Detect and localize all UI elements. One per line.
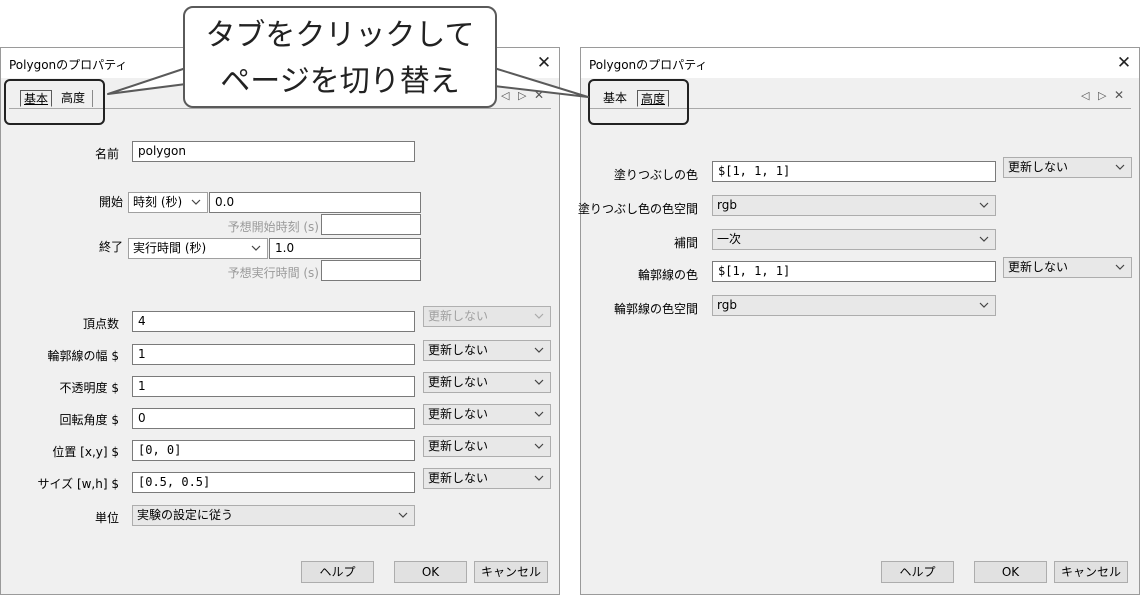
- vertices-update-value: 更新しない: [428, 309, 489, 323]
- opacity-field[interactable]: 1: [132, 376, 415, 397]
- line-color-space-select[interactable]: rgb: [712, 295, 996, 316]
- cancel-button[interactable]: キャンセル: [1054, 561, 1128, 583]
- title-bar: Polygonのプロパティ ✕: [581, 48, 1139, 78]
- expected-duration-label: 予想実行時間 (s): [227, 266, 319, 280]
- stop-type-value: 実行時間 (秒): [133, 241, 207, 255]
- chevron-down-icon: [534, 373, 546, 392]
- stop-value-field[interactable]: 1.0: [269, 238, 421, 259]
- chevron-down-icon: [534, 307, 546, 326]
- stop-label: 終了: [98, 240, 123, 254]
- fill-color-update-value: 更新しない: [1008, 160, 1069, 174]
- orientation-field[interactable]: 0: [132, 408, 415, 429]
- start-type-select[interactable]: 時刻 (秒): [128, 192, 208, 213]
- position-field[interactable]: [0, 0]: [132, 440, 415, 461]
- size-update-value: 更新しない: [428, 471, 489, 485]
- name-field[interactable]: polygon: [132, 141, 415, 162]
- chevron-down-icon: [979, 230, 991, 249]
- position-label: 位置 [x,y] $: [52, 445, 119, 459]
- close-icon[interactable]: ✕: [1113, 52, 1135, 74]
- dialog-title: Polygonのプロパティ: [589, 58, 708, 72]
- chevron-down-icon: [1115, 258, 1127, 277]
- line-color-space-label: 輪郭線の色空間: [613, 302, 698, 316]
- start-type-value: 時刻 (秒): [133, 195, 183, 209]
- right-properties-dialog: Polygonのプロパティ ✕ 基本 高度 ◁ ▷ ✕ 塗りつぶしの色 $[1,…: [577, 47, 1140, 595]
- position-update-value: 更新しない: [428, 439, 489, 453]
- position-update-select[interactable]: 更新しない: [423, 436, 551, 457]
- left-properties-dialog: Polygonのプロパティ ✕ 基本 高度 ◁ ▷ ✕ 名前 polygon 開…: [0, 47, 560, 595]
- tab-highlight-left: [4, 79, 105, 125]
- chevron-down-icon: [1115, 158, 1127, 177]
- chevron-down-icon: [191, 193, 203, 212]
- size-update-select[interactable]: 更新しない: [423, 468, 551, 489]
- vertices-field[interactable]: 4: [132, 311, 415, 332]
- line-color-label: 輪郭線の色: [637, 268, 698, 282]
- units-value: 実験の設定に従う: [137, 508, 234, 522]
- orientation-update-value: 更新しない: [428, 407, 489, 421]
- expected-start-label: 予想開始時刻 (s): [227, 220, 319, 234]
- line-color-space-value: rgb: [717, 298, 737, 312]
- chevron-down-icon: [534, 405, 546, 424]
- opacity-label: 不透明度 $: [59, 381, 119, 395]
- line-color-field[interactable]: $[1, 1, 1]: [712, 261, 996, 282]
- chevron-down-icon: [534, 341, 546, 360]
- triangle-left-icon[interactable]: ◁: [1081, 89, 1089, 102]
- expected-duration-field[interactable]: [321, 260, 421, 281]
- units-select[interactable]: 実験の設定に従う: [132, 505, 415, 526]
- opacity-update-value: 更新しない: [428, 375, 489, 389]
- line-width-update-select[interactable]: 更新しない: [423, 340, 551, 361]
- orientation-update-select[interactable]: 更新しない: [423, 404, 551, 425]
- chevron-down-icon: [979, 296, 991, 315]
- ok-button[interactable]: OK: [974, 561, 1047, 583]
- triangle-right-icon[interactable]: ▷: [1098, 89, 1106, 102]
- chevron-down-icon: [398, 506, 410, 525]
- chevron-down-icon: [251, 239, 263, 258]
- fill-color-space-value: rgb: [717, 198, 737, 212]
- start-label: 開始: [98, 195, 123, 209]
- fill-color-field[interactable]: $[1, 1, 1]: [712, 161, 996, 182]
- fill-color-update-select[interactable]: 更新しない: [1003, 157, 1132, 178]
- fill-color-space-select[interactable]: rgb: [712, 195, 996, 216]
- line-width-field[interactable]: 1: [132, 344, 415, 365]
- cancel-button[interactable]: キャンセル: [474, 561, 548, 583]
- chevron-down-icon: [979, 196, 991, 215]
- name-label: 名前: [94, 147, 119, 161]
- stop-type-select[interactable]: 実行時間 (秒): [128, 238, 268, 259]
- triangle-left-icon[interactable]: ◁: [501, 89, 509, 102]
- fill-color-space-label: 塗りつぶし色の色空間: [577, 202, 698, 216]
- opacity-update-select[interactable]: 更新しない: [423, 372, 551, 393]
- line-color-update-value: 更新しない: [1008, 260, 1069, 274]
- line-width-label: 輪郭線の幅 $: [47, 349, 119, 363]
- chevron-down-icon: [534, 437, 546, 456]
- callout-line-1: タブをクリックして: [205, 18, 475, 53]
- line-color-update-select[interactable]: 更新しない: [1003, 257, 1132, 278]
- help-button[interactable]: ヘルプ: [881, 561, 954, 583]
- triangle-right-icon[interactable]: ▷: [518, 89, 526, 102]
- vertices-update-select: 更新しない: [423, 306, 551, 327]
- orientation-label: 回転角度 $: [59, 413, 119, 427]
- units-label: 単位: [94, 511, 119, 525]
- vertices-label: 頂点数: [82, 317, 119, 331]
- close-icon[interactable]: ✕: [534, 88, 544, 102]
- interpolate-value: 一次: [717, 232, 742, 246]
- ok-button[interactable]: OK: [394, 561, 467, 583]
- interpolate-label: 補間: [673, 236, 698, 250]
- help-button[interactable]: ヘルプ: [301, 561, 374, 583]
- expected-start-field[interactable]: [321, 214, 421, 235]
- line-width-update-value: 更新しない: [428, 343, 489, 357]
- callout-line-2: ページを切り替え: [220, 64, 460, 99]
- size-label: サイズ [w,h] $: [37, 477, 119, 491]
- dialog-title: Polygonのプロパティ: [9, 58, 128, 72]
- chevron-down-icon: [534, 469, 546, 488]
- fill-color-label: 塗りつぶしの色: [613, 168, 698, 182]
- start-value-field[interactable]: 0.0: [209, 192, 421, 213]
- tab-highlight-right: [588, 79, 689, 125]
- callout-box: タブをクリックして ページを切り替え: [183, 6, 497, 108]
- size-field[interactable]: [0.5, 0.5]: [132, 472, 415, 493]
- close-icon[interactable]: ✕: [533, 52, 555, 74]
- close-icon[interactable]: ✕: [1114, 88, 1124, 102]
- interpolate-select[interactable]: 一次: [712, 229, 996, 250]
